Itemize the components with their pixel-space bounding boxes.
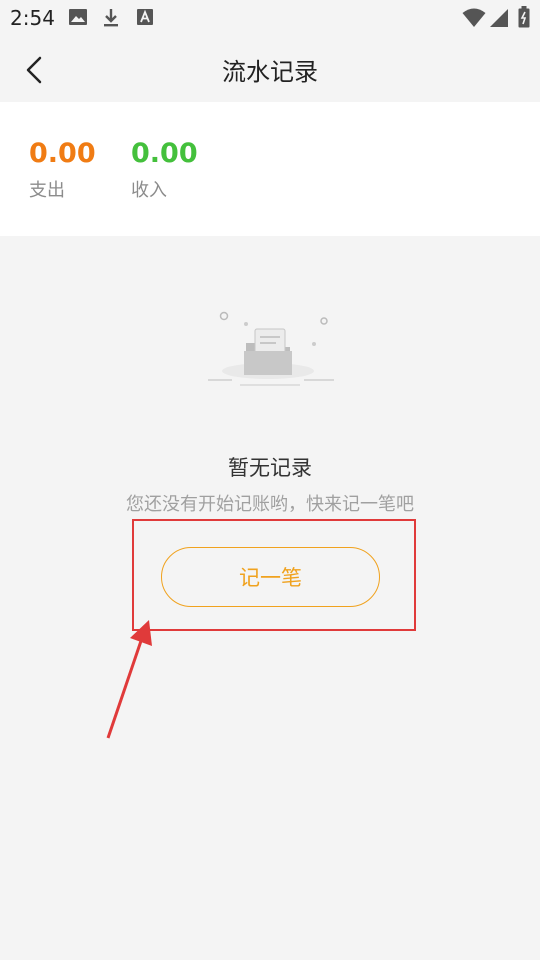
annotation-arrow — [106, 620, 152, 739]
empty-subtitle: 您还没有开始记账哟，快来记一笔吧 — [126, 494, 414, 515]
record-button[interactable]: 记一笔 — [161, 547, 380, 607]
image-icon — [69, 9, 87, 25]
page-title: 流水记录 — [222, 58, 318, 86]
signal-icon — [490, 9, 508, 27]
download-icon — [104, 9, 118, 27]
a-icon — [137, 9, 153, 25]
income-label: 收入 — [131, 180, 167, 201]
status-bar: 2:54 — [0, 0, 540, 36]
summary-panel: 0.00 支出 0.00 收入 — [0, 102, 540, 236]
income-value: 0.00 — [131, 138, 198, 169]
expense-label: 支出 — [29, 180, 65, 201]
header: 流水记录 — [0, 36, 540, 102]
wifi-icon — [462, 8, 486, 27]
income-summary: 0.00 收入 — [131, 138, 198, 202]
expense-value: 0.00 — [29, 138, 96, 169]
empty-folder-icon — [208, 311, 334, 386]
expense-summary: 0.00 支出 — [29, 138, 96, 202]
empty-title: 暂无记录 — [228, 456, 312, 480]
battery-icon — [518, 6, 530, 28]
status-time: 2:54 — [10, 6, 55, 30]
